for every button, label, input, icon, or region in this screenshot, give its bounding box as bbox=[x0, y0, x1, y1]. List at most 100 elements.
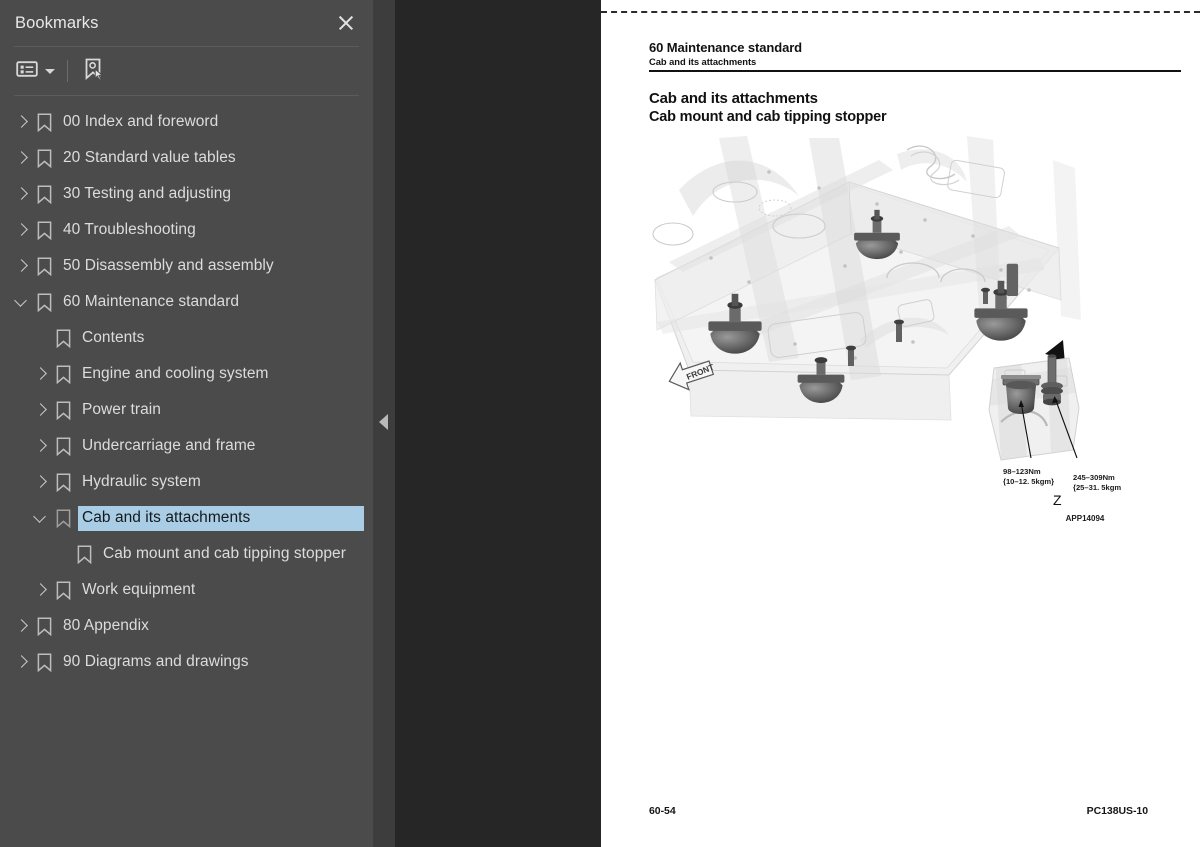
close-icon[interactable] bbox=[333, 10, 359, 36]
bookmark-label: 00 Index and foreword bbox=[63, 113, 219, 130]
bookmark-item[interactable]: 80 Appendix bbox=[0, 608, 373, 644]
bookmark-label-box: Cab mount and cab tipping stopper bbox=[96, 545, 346, 563]
section-title: Cab and its attachments Cab mount and ca… bbox=[649, 90, 887, 125]
bookmark-label-box: Power train bbox=[75, 401, 161, 419]
chevron-right-icon[interactable] bbox=[29, 399, 51, 421]
chevron-right-icon[interactable] bbox=[29, 471, 51, 493]
bookmark-item[interactable]: 60 Maintenance standard bbox=[0, 284, 373, 320]
detail-view-z: 98–123Nm {10–12. 5kgm} 245–309Nm {25–31.… bbox=[988, 354, 1121, 523]
bookmark-item[interactable]: Contents bbox=[0, 320, 373, 356]
bookmark-label: 80 Appendix bbox=[63, 617, 149, 634]
chevron-down-icon bbox=[45, 68, 55, 74]
bookmark-icon bbox=[51, 328, 75, 348]
chevron-down-icon[interactable] bbox=[10, 291, 32, 313]
running-header-main: 60 Maintenance standard bbox=[649, 40, 803, 55]
bookmark-icon bbox=[32, 112, 56, 132]
collapse-left-triangle-icon[interactable] bbox=[379, 414, 388, 430]
chevron-right-icon[interactable] bbox=[29, 435, 51, 457]
bookmark-tree: 00 Index and foreword 20 Standard value t… bbox=[0, 96, 373, 680]
bookmark-label: 60 Maintenance standard bbox=[63, 293, 240, 310]
panel-splitter[interactable] bbox=[373, 0, 395, 847]
bookmark-icon bbox=[51, 472, 75, 492]
bookmark-icon bbox=[32, 652, 56, 672]
bookmark-item[interactable]: Cab and its attachments bbox=[0, 500, 373, 536]
bookmark-item[interactable]: Cab mount and cab tipping stopper bbox=[0, 536, 373, 572]
bookmark-label: Work equipment bbox=[82, 581, 196, 598]
bookmark-label-box: 60 Maintenance standard bbox=[56, 293, 239, 311]
bookmark-item[interactable]: Work equipment bbox=[0, 572, 373, 608]
bookmark-label: 30 Testing and adjusting bbox=[63, 185, 232, 202]
chevron-right-icon[interactable] bbox=[10, 255, 32, 277]
bookmark-item[interactable]: Undercarriage and frame bbox=[0, 428, 373, 464]
section-title-line2: Cab mount and cab tipping stopper bbox=[649, 109, 887, 125]
bookmarks-toolbar bbox=[0, 47, 373, 95]
bookmark-label-box: 90 Diagrams and drawings bbox=[56, 653, 249, 671]
list-options-icon bbox=[16, 60, 38, 83]
figure-id: APP14094 bbox=[1066, 514, 1105, 523]
chevron-right-icon[interactable] bbox=[10, 651, 32, 673]
toolbar-separator bbox=[67, 60, 68, 82]
chevron-right-icon[interactable] bbox=[10, 183, 32, 205]
bookmark-icon bbox=[51, 508, 75, 528]
bookmark-icon bbox=[72, 544, 96, 564]
bookmark-item[interactable]: 30 Testing and adjusting bbox=[0, 176, 373, 212]
bookmark-options-button[interactable] bbox=[16, 56, 55, 86]
bookmark-label-box: 80 Appendix bbox=[56, 617, 149, 635]
bookmark-label: 50 Disassembly and assembly bbox=[63, 257, 274, 274]
bookmark-label-box: Engine and cooling system bbox=[75, 365, 269, 383]
running-header-sub: Cab and its attachments bbox=[649, 56, 757, 67]
bookmark-icon bbox=[32, 148, 56, 168]
bookmark-icon bbox=[51, 580, 75, 600]
torque-right-line2: {25–31. 5kgm} bbox=[1073, 483, 1121, 492]
bookmark-item[interactable]: 20 Standard value tables bbox=[0, 140, 373, 176]
chevron-right-icon[interactable] bbox=[29, 363, 51, 385]
bookmark-label: Undercarriage and frame bbox=[82, 437, 256, 454]
bookmark-label: 90 Diagrams and drawings bbox=[63, 653, 249, 670]
bookmark-label-box: 40 Troubleshooting bbox=[56, 221, 196, 239]
bookmark-icon bbox=[51, 364, 75, 384]
page-number: 60-54 bbox=[649, 805, 676, 817]
bookmark-label: 40 Troubleshooting bbox=[63, 221, 196, 238]
document-page[interactable]: 60 Maintenance standard Cab and its atta… bbox=[601, 0, 1200, 847]
cab-mount-figure-svg: FRONT Z bbox=[652, 136, 1121, 523]
detail-view-label: Z bbox=[1053, 492, 1062, 508]
pdf-reader-window: Bookmarks 00 Index and foreword 20 Stand… bbox=[0, 0, 1200, 847]
bookmark-item[interactable]: 40 Troubleshooting bbox=[0, 212, 373, 248]
bookmark-item[interactable]: Engine and cooling system bbox=[0, 356, 373, 392]
chevron-right-icon[interactable] bbox=[10, 111, 32, 133]
bookmark-label: Cab and its attachments bbox=[82, 508, 251, 526]
bookmark-icon bbox=[51, 436, 75, 456]
page-content: 60 Maintenance standard Cab and its atta… bbox=[649, 0, 1181, 847]
section-title-line1: Cab and its attachments bbox=[649, 90, 818, 107]
chevron-right-icon[interactable] bbox=[29, 579, 51, 601]
find-current-bookmark-button[interactable] bbox=[81, 56, 105, 86]
technical-illustration: FRONT Z bbox=[649, 130, 1121, 535]
bookmark-item[interactable]: 90 Diagrams and drawings bbox=[0, 644, 373, 680]
bookmarks-panel: Bookmarks 00 Index and foreword 20 Stand… bbox=[0, 0, 373, 847]
bookmark-item[interactable]: 50 Disassembly and assembly bbox=[0, 248, 373, 284]
bookmarks-panel-header: Bookmarks bbox=[0, 0, 373, 46]
chevron-right-icon[interactable] bbox=[10, 147, 32, 169]
bookmark-label-box: 50 Disassembly and assembly bbox=[56, 257, 274, 275]
bookmark-item[interactable]: Power train bbox=[0, 392, 373, 428]
bookmark-label-box: Work equipment bbox=[75, 581, 195, 599]
bookmark-label-box: Hydraulic system bbox=[75, 473, 201, 491]
chevron-right-icon[interactable] bbox=[10, 219, 32, 241]
bookmark-label: Cab mount and cab tipping stopper bbox=[103, 545, 346, 562]
torque-left-line1: 98–123Nm bbox=[1003, 467, 1041, 476]
bookmark-label-box: 00 Index and foreword bbox=[56, 113, 218, 131]
chevron-right-icon[interactable] bbox=[10, 615, 32, 637]
bookmark-label: Power train bbox=[82, 401, 161, 418]
bookmark-item[interactable]: 00 Index and foreword bbox=[0, 104, 373, 140]
bookmark-label-box: 20 Standard value tables bbox=[56, 149, 236, 167]
chevron-down-icon[interactable] bbox=[29, 507, 51, 529]
bookmark-label-box: Cab and its attachments bbox=[77, 504, 365, 532]
torque-right-line1: 245–309Nm bbox=[1073, 473, 1115, 482]
bookmark-icon bbox=[32, 184, 56, 204]
bookmark-label: Engine and cooling system bbox=[82, 365, 269, 382]
running-header-rule bbox=[649, 70, 1181, 73]
bookmark-label-box: Contents bbox=[75, 329, 144, 347]
bookmark-item[interactable]: Hydraulic system bbox=[0, 464, 373, 500]
torque-left-line2: {10–12. 5kgm} bbox=[1003, 477, 1054, 486]
model-code: PC138US-10 bbox=[1086, 805, 1148, 817]
